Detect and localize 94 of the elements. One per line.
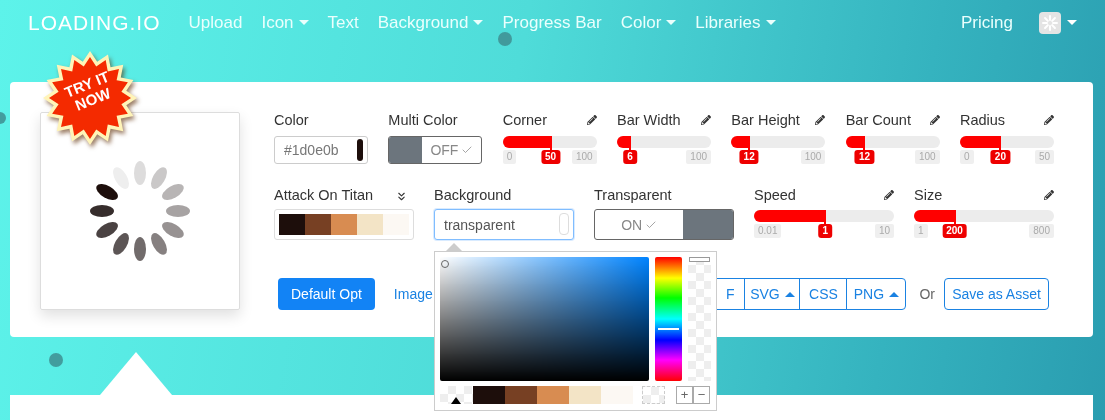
field-label: Size [914,187,943,204]
saturation-area[interactable] [440,257,650,381]
color-swatch[interactable] [601,386,633,404]
export-button[interactable]: PNG [846,278,907,310]
slider-track[interactable] [914,210,1054,222]
swatch-button[interactable]: − [693,386,710,404]
pencil-icon[interactable] [701,115,711,125]
field-label: Background [434,187,512,204]
max-value: 100 [800,150,826,164]
export-button[interactable]: SVG [744,278,801,310]
max-value: 800 [1029,224,1054,238]
field-label: Speed [754,187,796,204]
color-field[interactable]: #1d0e0b [274,136,369,164]
slider-thumb[interactable] [953,210,956,224]
swatch-button[interactable]: + [676,386,693,404]
caret-icon [765,20,776,25]
slider-track[interactable] [731,136,826,148]
field-label: Radius [959,112,1006,129]
pencil-icon[interactable] [929,115,940,125]
decor-dot [49,353,63,367]
pencil-icon[interactable] [884,190,894,200]
default-options-button[interactable]: Default Opt [278,278,375,310]
slider-track[interactable] [617,136,711,148]
slider-track[interactable] [502,136,597,148]
save-asset-button[interactable]: Save as Asset [944,278,1049,310]
slider-thumb[interactable] [629,136,632,150]
field-label: Corner [502,112,547,129]
color-swatch[interactable] [537,386,569,404]
value-badge: 6 [623,150,637,164]
max-value: 100 [915,150,940,164]
pencil-icon[interactable] [586,115,597,125]
slider-thumb[interactable] [549,136,552,150]
selected-marker [451,397,461,404]
min-value: 0.01 [754,224,782,238]
field-label: Bar Height [731,112,800,129]
caret-icon [298,20,309,25]
slider-thumb[interactable] [748,136,751,150]
color-preview [559,213,569,235]
min-value: 1 [914,224,928,238]
background-field[interactable]: transparent [434,209,574,240]
slider-track[interactable] [754,210,894,222]
value-badge: 20 [990,150,1010,164]
slider-track[interactable] [845,136,940,148]
color-swatch [357,139,364,161]
value-badge: 50 [541,150,561,164]
toggle-switch[interactable]: OFF [388,136,483,164]
caret-icon [473,20,484,25]
field-label: Bar Count [845,112,911,129]
palette-picker[interactable] [274,209,414,240]
pencil-icon[interactable] [1044,190,1054,200]
hue-marker[interactable] [658,327,680,330]
hue-bar[interactable] [655,257,683,381]
slider-track[interactable] [959,136,1054,148]
check-icon [461,144,474,156]
avatar-icon [1039,11,1061,34]
color-preview [642,386,665,404]
account-menu[interactable] [1039,11,1077,34]
max-value: 10 [874,224,894,238]
caret-icon [1067,20,1077,25]
caret-icon [784,291,795,297]
max-value: 100 [686,150,711,164]
caret-icon [889,291,900,297]
decor-dot [498,32,512,46]
color-swatch[interactable] [569,386,601,404]
or-text: Or [919,286,935,302]
value-badge: 12 [739,150,759,164]
slider-thumb[interactable] [824,210,827,224]
badge-text: TRY IT NOW [61,66,114,116]
nav-link[interactable]: Pricing [961,12,1013,33]
color-swatch[interactable] [473,386,505,404]
value-badge: 200 [942,224,967,238]
toggle-switch[interactable]: ON [594,209,734,240]
slider-thumb[interactable] [863,136,866,150]
field-label: Transparent [594,187,672,204]
nav-link[interactable]: Libraries [695,12,776,33]
alpha-marker[interactable] [689,257,710,262]
field-label: Bar Width [617,112,681,129]
image-link[interactable]: Image [393,286,433,302]
color-swatch[interactable] [505,386,537,404]
field-label: Color [274,112,309,129]
field-label: Multi Color [388,112,458,129]
min-value: 0 [959,150,974,164]
chevrons-down-icon[interactable] [395,190,408,203]
max-value: 100 [572,150,597,164]
value-badge: 1 [818,224,833,238]
export-button[interactable]: CSS [799,278,848,310]
min-value: 0 [502,150,517,164]
slider-thumb[interactable] [999,136,1002,150]
value-badge: 12 [854,150,874,164]
pencil-icon[interactable] [1044,115,1054,125]
caret-icon [666,20,677,25]
pencil-icon[interactable] [815,115,826,125]
field-label: Attack On Titan [274,187,374,204]
max-value: 50 [1034,150,1054,164]
